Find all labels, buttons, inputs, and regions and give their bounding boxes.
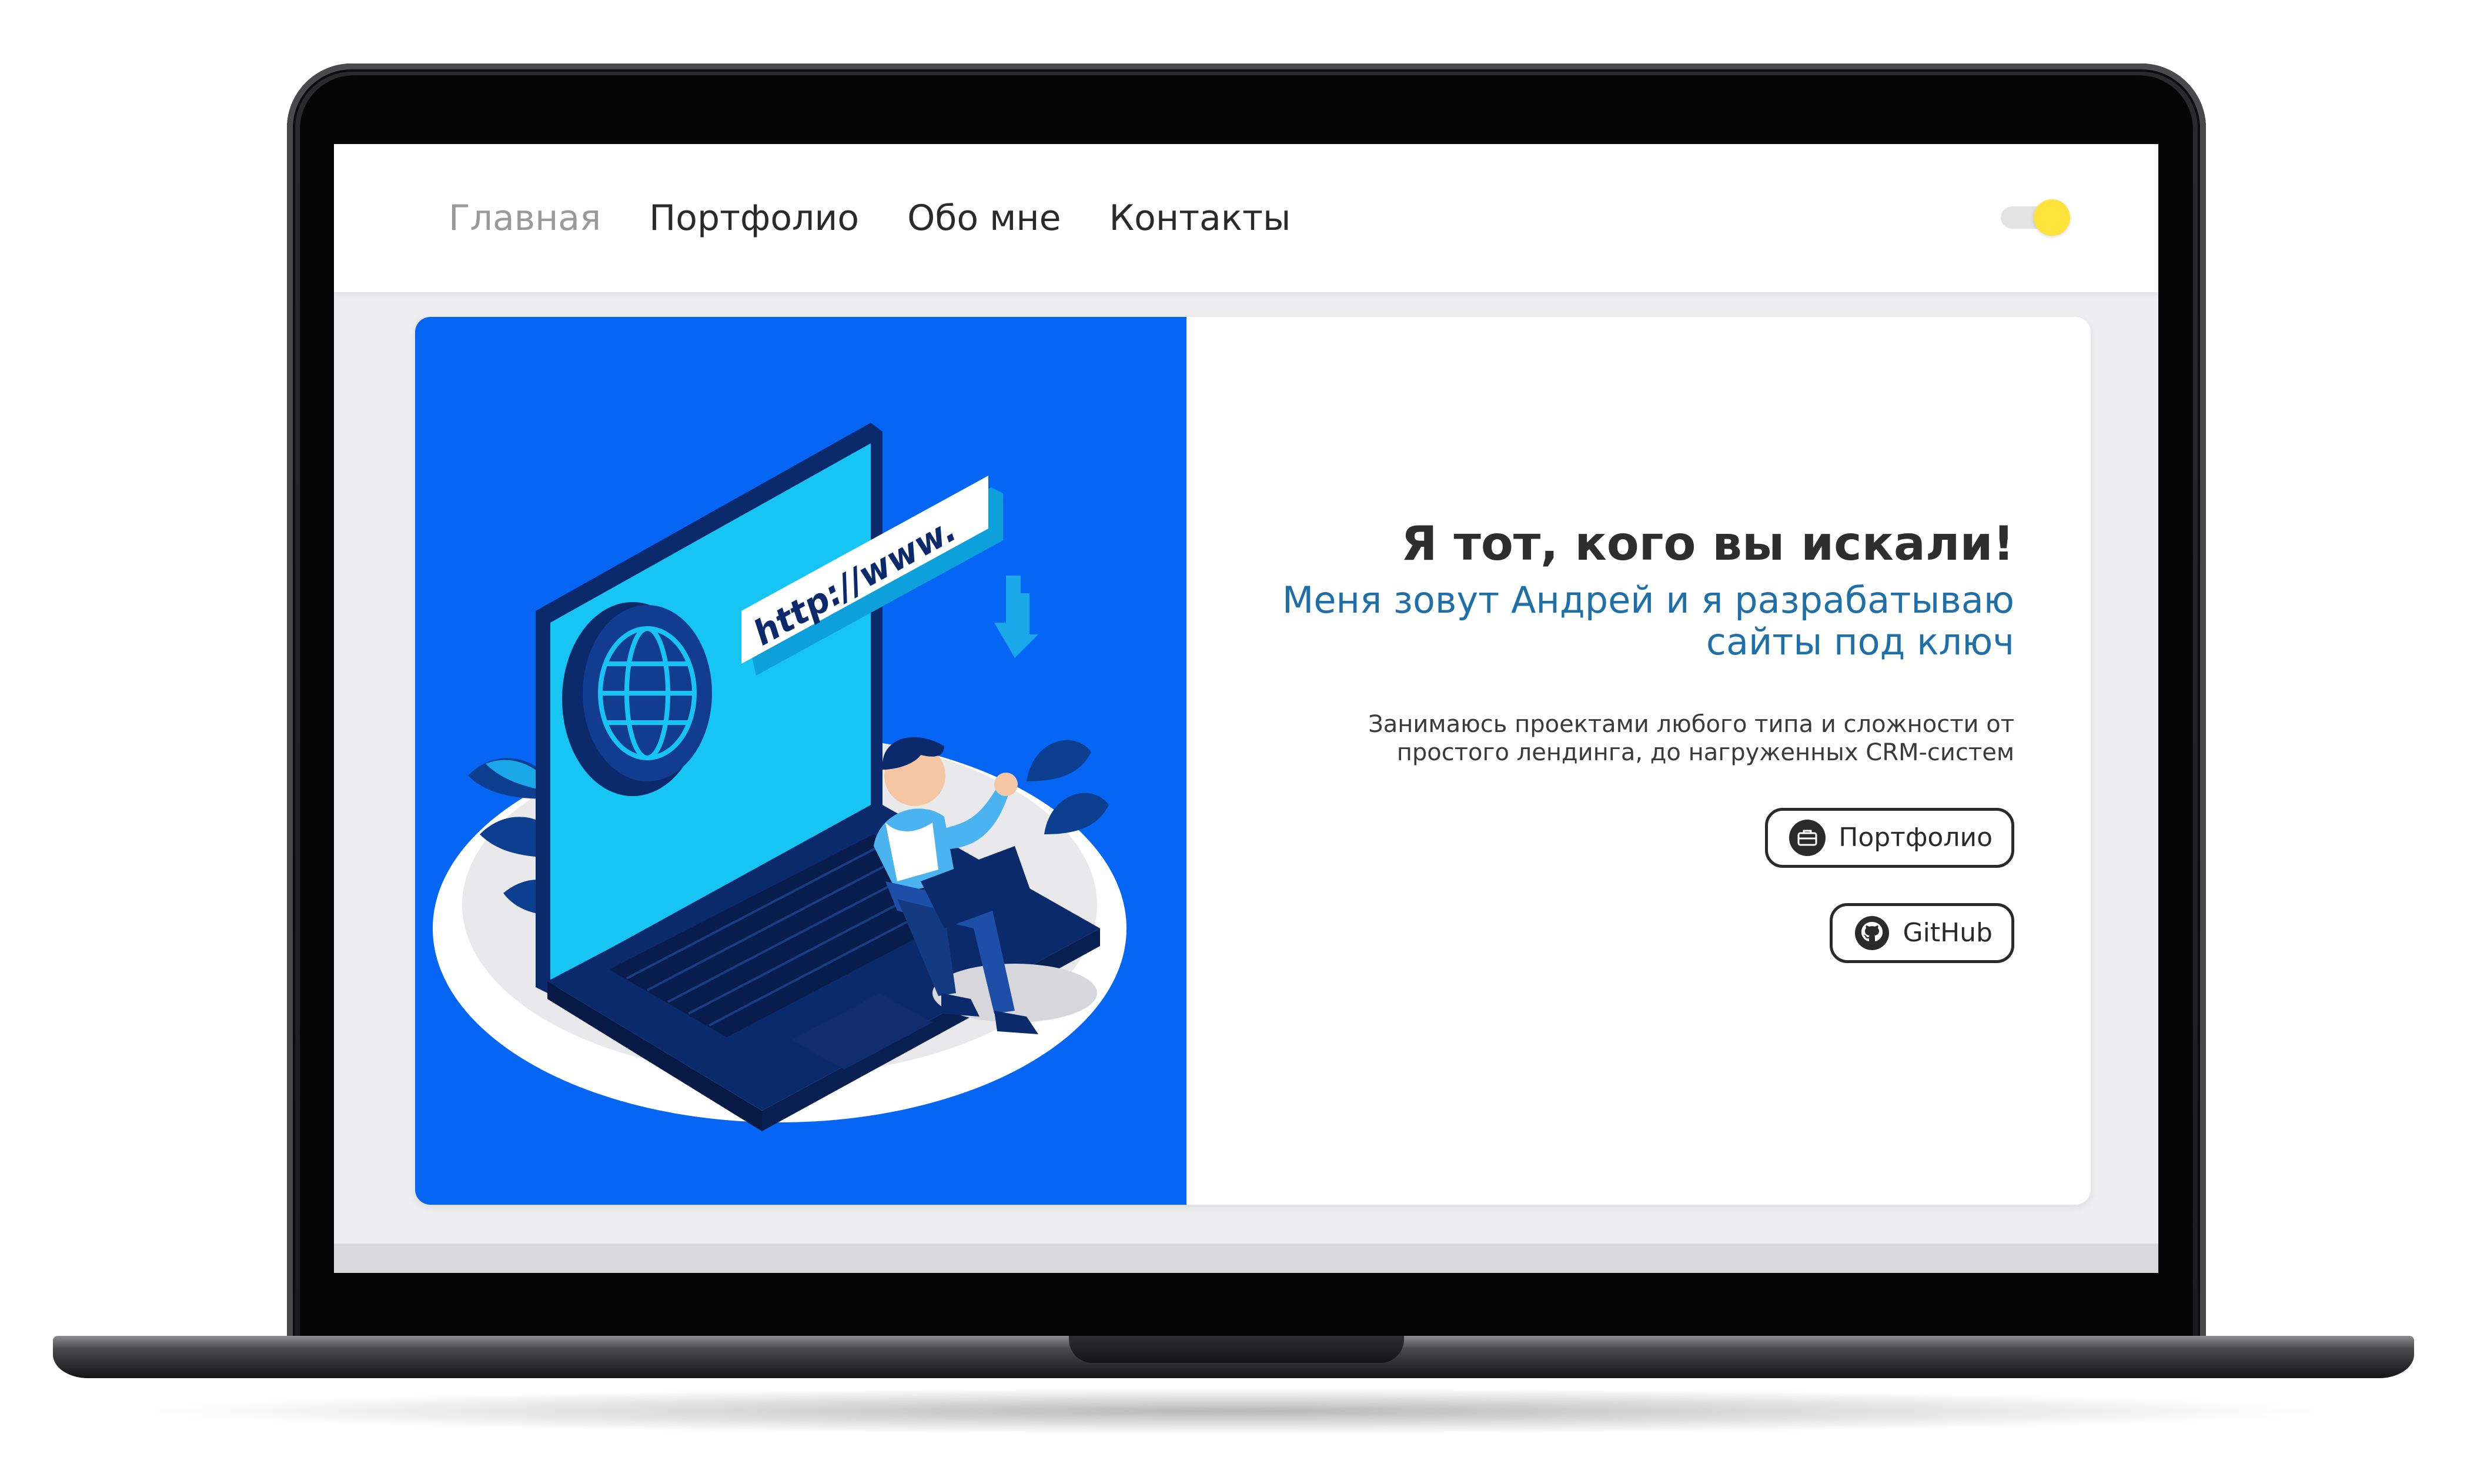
hero-text: Я тот, кого вы искали! Меня зовут Андрей… xyxy=(1238,517,2014,963)
nav-link-contacts[interactable]: Контакты xyxy=(1109,198,1291,239)
laptop-notch xyxy=(1069,1336,1404,1363)
hero-buttons: Портфолио GitHub xyxy=(1238,807,2014,963)
hero-title: Я тот, кого вы искали! xyxy=(1401,516,2014,571)
portfolio-button-label: Портфолио xyxy=(1838,823,1993,853)
hero-subtitle-line2: сайты под ключ xyxy=(1706,620,2014,664)
briefcase-icon xyxy=(1789,819,1826,856)
portfolio-button[interactable]: Портфолио xyxy=(1765,807,2014,868)
pointer-hand-icon xyxy=(994,576,1038,658)
hero-description-line2: простого лендинга, до нагруженных CRM-си… xyxy=(1396,738,2014,766)
hero-illustration: http://www. xyxy=(415,317,1186,1205)
laptop-chin xyxy=(300,1273,2193,1343)
github-button-label: GitHub xyxy=(1903,918,1993,948)
hero-subtitle: Меня зовут Андрей и я разрабатываю сайты… xyxy=(1238,579,2014,663)
nav-link-home[interactable]: Главная xyxy=(449,198,601,239)
site-header: Главная Портфолио Обо мне Контакты xyxy=(334,144,2158,292)
github-button[interactable]: GitHub xyxy=(1829,903,2014,963)
hero-description-line1: Занимаюсь проектами любого типа и сложно… xyxy=(1368,710,2014,738)
page-bottom-strip xyxy=(334,1244,2158,1273)
hero-description: Занимаюсь проектами любого типа и сложно… xyxy=(1309,710,2014,767)
developer-laptop-illustration: http://www. xyxy=(433,423,1126,1131)
hero-card: http://www. Я тот, кого вы искали! Меня … xyxy=(415,317,2091,1205)
nav-link-about[interactable]: Обо мне xyxy=(907,198,1061,239)
laptop-shadow xyxy=(135,1388,2334,1435)
nav-link-portfolio[interactable]: Портфолио xyxy=(649,198,859,239)
hero-subtitle-line1: Меня зовут Андрей и я разрабатываю xyxy=(1282,579,2014,621)
theme-toggle-knob xyxy=(2034,199,2070,236)
main-nav: Главная Портфолио Обо мне Контакты xyxy=(449,144,1291,292)
laptop-screen: Главная Портфолио Обо мне Контакты http:… xyxy=(334,144,2158,1273)
github-icon xyxy=(1854,915,1890,951)
theme-toggle[interactable] xyxy=(2001,199,2071,236)
